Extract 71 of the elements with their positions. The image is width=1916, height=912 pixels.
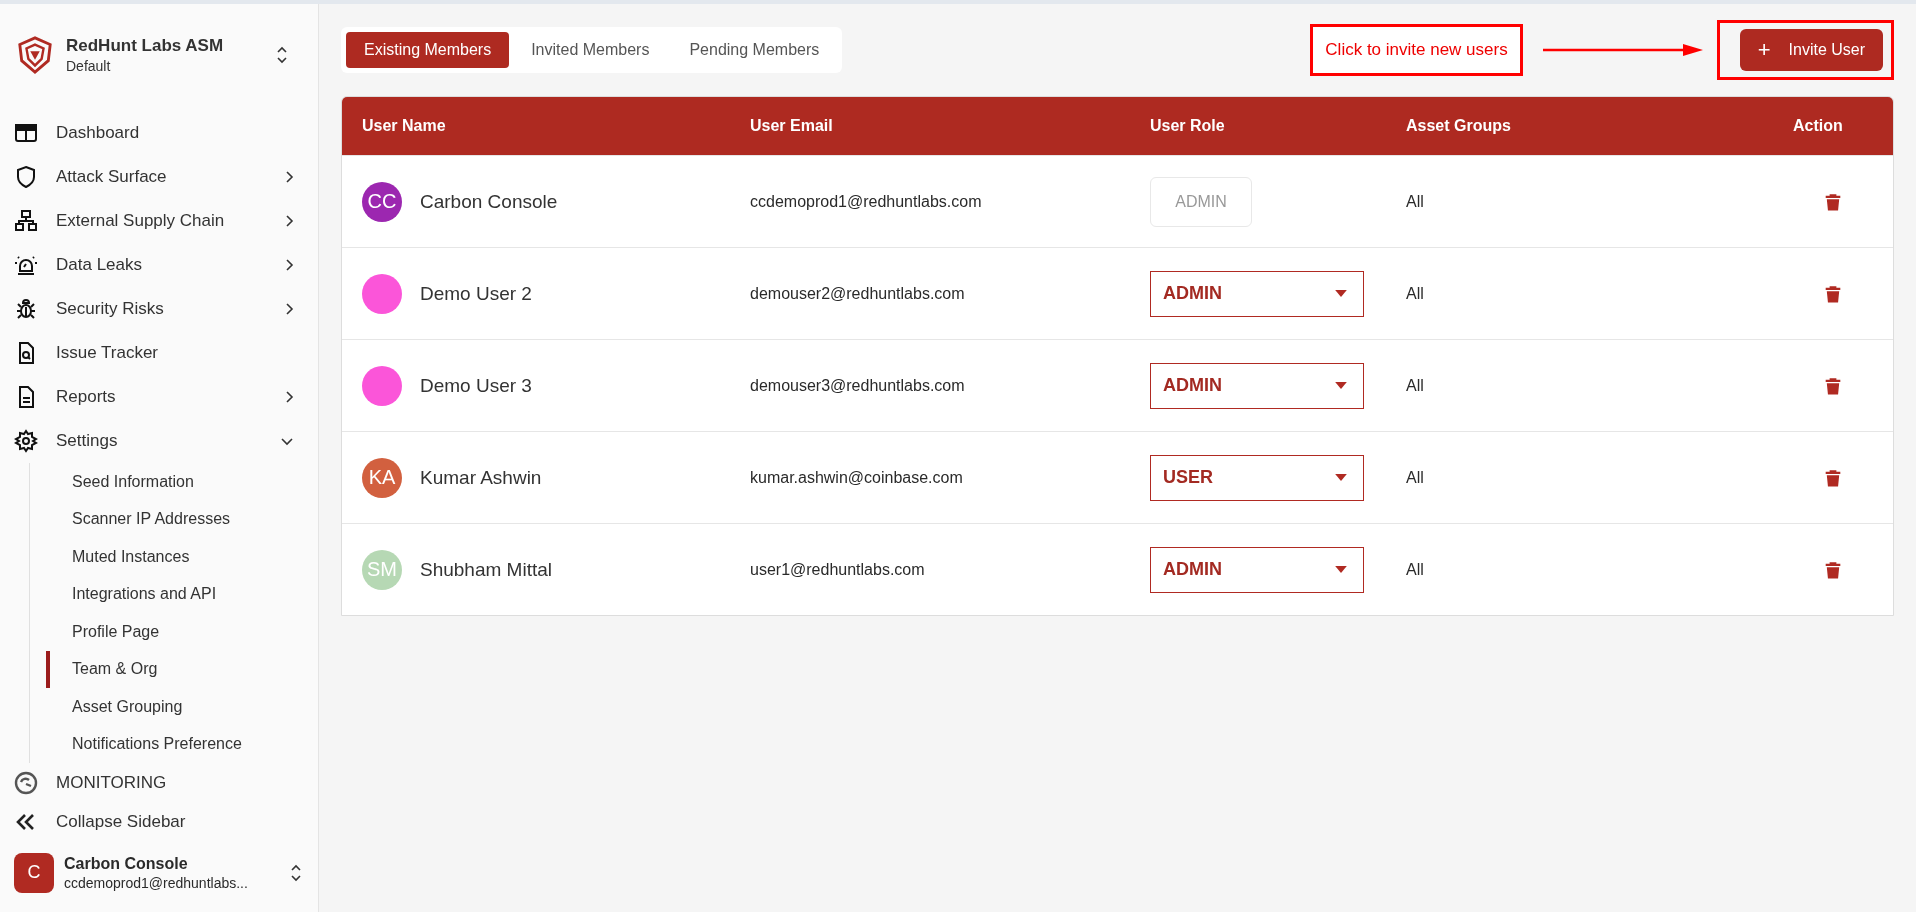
submenu-item[interactable]: Asset Grouping [46, 688, 318, 726]
trash-icon[interactable] [1825, 376, 1841, 395]
shield-icon [14, 165, 38, 190]
asset-groups: All [1406, 376, 1424, 395]
nav-item[interactable]: Attack Surface [14, 155, 318, 200]
submenu-item[interactable]: Notifications Preference [46, 725, 318, 764]
user-avatar: CC [362, 181, 402, 222]
invite-user-button[interactable]: + Invite User [1739, 29, 1883, 71]
asset-groups: All [1406, 560, 1424, 579]
asset-groups: All [1406, 192, 1424, 211]
asset-groups: All [1406, 284, 1424, 303]
nav-item[interactable]: Dashboard [14, 111, 318, 156]
trash-icon[interactable] [1825, 192, 1841, 211]
submenu-item[interactable]: Muted Instances [46, 538, 318, 576]
account-email: ccdemoprod1@redhuntlabs... [64, 874, 249, 891]
user-avatar: SM [362, 549, 402, 590]
updown-chevron-icon[interactable] [290, 862, 302, 883]
workspace-name: Default [66, 57, 112, 74]
column-header: Asset Groups [1406, 117, 1512, 135]
user-email: ccdemoprod1@redhuntlabs.com [750, 192, 982, 211]
nav-item[interactable]: Data Leaks [14, 243, 318, 288]
gauge-icon [14, 770, 38, 795]
user-email: user1@redhuntlabs.com [750, 560, 925, 579]
column-header: Action [1793, 117, 1844, 135]
caret-down-icon [1335, 290, 1347, 297]
collapse-sidebar-button[interactable]: Collapse Sidebar [14, 802, 318, 842]
nav-item[interactable]: External Supply Chain [14, 199, 318, 244]
column-header: User Role [1150, 117, 1226, 135]
user-avatar: KA [362, 457, 402, 498]
user-name: Shubham Mittal [420, 558, 552, 581]
submenu-item[interactable]: Scanner IP Addresses [46, 500, 318, 539]
monitoring-item[interactable]: MONITORING [14, 763, 318, 803]
trash-icon[interactable] [1825, 468, 1841, 487]
nav-item[interactable]: Settings [14, 419, 318, 464]
nav-item[interactable]: Security Risks [14, 287, 318, 332]
column-header: User Email [750, 117, 834, 135]
user-name: Demo User 2 [420, 282, 532, 305]
gear-icon [14, 429, 38, 454]
submenu-item[interactable]: Seed Information [46, 463, 318, 501]
caret-down-icon [1335, 474, 1347, 481]
role-dropdown[interactable]: USER [1150, 454, 1364, 501]
user-email: demouser2@redhuntlabs.com [750, 284, 965, 303]
caret-down-icon [1335, 382, 1347, 389]
nav-item[interactable]: Reports [14, 375, 318, 420]
network-icon [14, 209, 38, 234]
siren-icon [14, 253, 38, 278]
user-name: Carbon Console [420, 190, 558, 213]
user-name: Demo User 3 [420, 374, 532, 397]
role-dropdown[interactable]: ADMIN [1150, 546, 1364, 593]
account-name: Carbon Console [64, 854, 189, 873]
asset-groups: All [1406, 468, 1424, 487]
submenu-item[interactable]: Integrations and API [46, 575, 318, 614]
caret-down-icon [1335, 566, 1347, 573]
tab[interactable]: Existing Members [346, 32, 510, 68]
annotation-callout: Click to invite new users [1310, 24, 1523, 76]
brand-name: RedHunt Labs ASM [66, 35, 225, 56]
tab[interactable]: Invited Members [513, 32, 668, 68]
account-avatar: C [14, 852, 54, 893]
tab[interactable]: Pending Members [671, 32, 838, 68]
updown-chevron-icon[interactable] [276, 44, 288, 65]
shield-logo-icon [16, 34, 54, 75]
nav-item[interactable]: Issue Tracker [14, 331, 318, 376]
column-header: User Name [362, 117, 447, 135]
role-dropdown[interactable]: ADMIN [1150, 362, 1364, 409]
user-email: demouser3@redhuntlabs.com [750, 376, 965, 395]
trash-icon[interactable] [1825, 284, 1841, 303]
submenu-item[interactable]: Profile Page [46, 613, 318, 651]
user-name: Kumar Ashwin [420, 466, 542, 489]
user-email: kumar.ashwin@coinbase.com [750, 468, 963, 487]
trash-icon[interactable] [1825, 560, 1841, 579]
role-dropdown[interactable]: ADMIN [1150, 270, 1364, 317]
